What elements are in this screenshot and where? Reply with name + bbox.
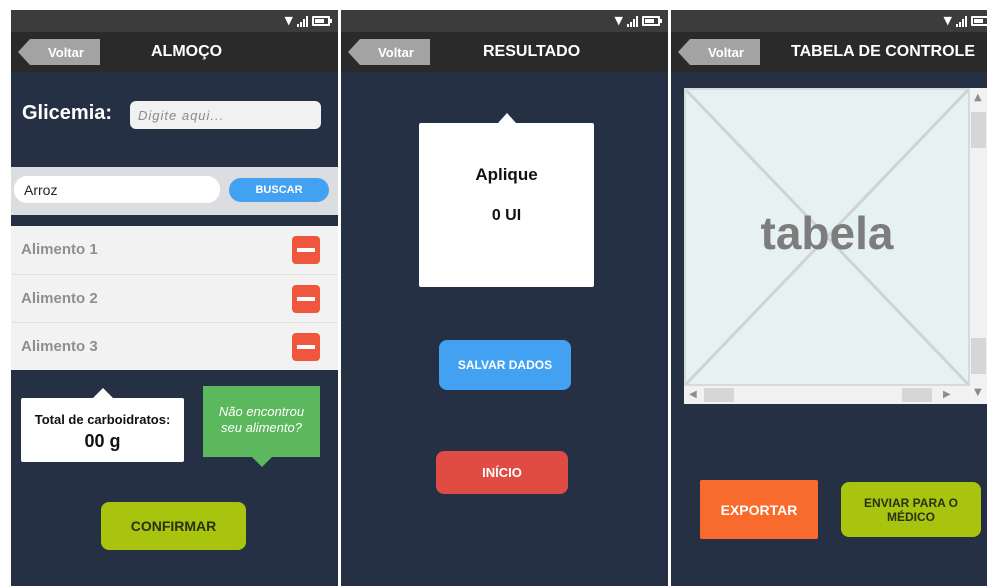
screen-tabela: ▼ Voltar TABELA DE CONTROLE tabela ▲ ▼ ◀…: [671, 10, 987, 586]
status-bar: ▼: [11, 10, 338, 32]
wifi-icon: ▼: [943, 14, 952, 27]
app-bar: Voltar ALMOÇO: [11, 32, 338, 72]
food-item-label: Alimento 2: [21, 290, 98, 307]
scrollbar-thumb[interactable]: [704, 388, 734, 402]
signal-icon: [297, 15, 308, 27]
list-item: Alimento 1: [11, 226, 338, 274]
app-bar: Voltar TABELA DE CONTROLE: [671, 32, 987, 72]
back-button[interactable]: Voltar: [18, 39, 100, 65]
list-item: Alimento 3: [11, 322, 338, 370]
food-list: Alimento 1 Alimento 2 Alimento 3: [11, 226, 338, 370]
food-search-bar: BUSCAR: [11, 167, 338, 215]
home-button[interactable]: INÍCIO: [436, 451, 568, 494]
send-to-doctor-line: MÉDICO: [887, 509, 935, 524]
back-button[interactable]: Voltar: [348, 39, 430, 65]
status-bar: ▼: [671, 10, 987, 32]
dose-label: Aplique: [475, 165, 538, 184]
carb-total-value: 00 g: [84, 431, 121, 451]
minus-icon[interactable]: [292, 236, 320, 264]
battery-icon: [971, 16, 987, 26]
back-button[interactable]: Voltar: [678, 39, 760, 65]
scrollbar-thumb[interactable]: [971, 112, 986, 148]
screen-resultado: ▼ Voltar RESULTADO Aplique 0 UI SALVAR D…: [341, 10, 668, 586]
page-title: TABELA DE CONTROLE: [791, 43, 975, 60]
scroll-right-icon[interactable]: ▶: [943, 390, 951, 400]
food-search-input[interactable]: [14, 176, 220, 203]
glicemia-label: Glicemia:: [22, 102, 113, 124]
carb-total-card: Total de carboidratos: 00 g: [21, 388, 184, 462]
food-item-label: Alimento 3: [21, 338, 98, 355]
signal-icon: [956, 15, 967, 27]
minus-icon[interactable]: [292, 285, 320, 313]
dose-result-card: Aplique 0 UI: [419, 113, 594, 287]
wifi-icon: ▼: [284, 14, 293, 27]
save-data-button[interactable]: SALVAR DADOS: [439, 340, 571, 390]
screen-almoco: ▼ Voltar ALMOÇO Glicemia: BUSCAR Aliment…: [11, 10, 338, 586]
vertical-scrollbar[interactable]: ▲ ▼: [970, 88, 987, 398]
table-placeholder-image: tabela: [684, 88, 970, 386]
send-to-doctor-button[interactable]: ENVIAR PARA O MÉDICO: [841, 482, 981, 537]
battery-icon: [312, 16, 332, 26]
list-item: Alimento 2: [11, 274, 338, 322]
scroll-up-icon[interactable]: ▲: [974, 93, 982, 103]
scrollbar-thumb: [971, 338, 986, 374]
carb-total-label: Total de carboidratos:: [34, 412, 171, 427]
food-not-found-line: Não encontrou: [218, 404, 305, 419]
table-placeholder-label: tabela: [760, 207, 894, 259]
table-container[interactable]: tabela ▲ ▼ ◀ ▶: [684, 88, 987, 404]
scroll-down-icon[interactable]: ▼: [974, 388, 982, 398]
signal-icon: [627, 15, 638, 27]
page-title: ALMOÇO: [151, 43, 223, 60]
horizontal-scrollbar[interactable]: ◀ ▶: [684, 386, 970, 404]
battery-icon: [642, 16, 662, 26]
wifi-icon: ▼: [614, 14, 623, 27]
minus-icon[interactable]: [292, 333, 320, 361]
scroll-left-icon[interactable]: ◀: [689, 390, 697, 400]
confirm-button[interactable]: CONFIRMAR: [101, 502, 246, 550]
dose-value: 0 UI: [491, 207, 522, 224]
search-button[interactable]: BUSCAR: [229, 178, 329, 202]
scrollbar-thumb: [902, 388, 932, 402]
page-title: RESULTADO: [483, 43, 581, 60]
app-bar: Voltar RESULTADO: [341, 32, 668, 72]
export-button[interactable]: EXPORTAR: [700, 480, 818, 539]
food-not-found-button[interactable]: Não encontrou seu alimento?: [203, 386, 320, 467]
glicemia-input[interactable]: [130, 101, 321, 129]
food-not-found-line: seu alimento?: [221, 420, 302, 435]
food-item-label: Alimento 1: [21, 241, 98, 258]
status-bar: ▼: [341, 10, 668, 32]
send-to-doctor-line: ENVIAR PARA O: [863, 495, 958, 510]
